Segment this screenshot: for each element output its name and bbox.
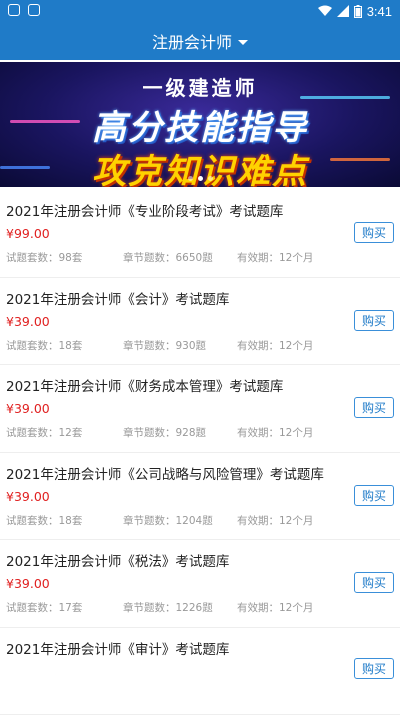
validity: 有效期：12个月 — [237, 250, 313, 265]
validity: 有效期：12个月 — [237, 425, 313, 440]
list-item[interactable]: 2021年注册会计师《会计》考试题库 ¥39.00 试题套数：18套 章节题数：… — [0, 278, 400, 366]
item-meta: 试题套数：18套 章节题数：1204题 有效期：12个月 — [6, 513, 394, 527]
item-meta: 试题套数：98套 章节题数：6650题 有效期：12个月 — [6, 250, 394, 264]
list-item[interactable]: 2021年注册会计师《专业阶段考试》考试题库 ¥99.00 试题套数：98套 章… — [0, 190, 400, 278]
item-meta: 试题套数：12套 章节题数：928题 有效期：12个月 — [6, 425, 394, 439]
list-item[interactable]: 2021年注册会计师《审计》考试题库 购买 — [0, 628, 400, 715]
signal-icon — [337, 5, 349, 17]
item-title: 2021年注册会计师《财务成本管理》考试题库 — [6, 377, 394, 397]
status-bar: 3:41 — [0, 0, 400, 22]
banner-slogan-1: 高分技能指导 — [0, 100, 400, 149]
sets-count: 试题套数：18套 — [6, 338, 82, 353]
chapter-count: 章节题数：1204题 — [123, 513, 213, 528]
item-title: 2021年注册会计师《税法》考试题库 — [6, 552, 394, 572]
item-price: ¥99.00 — [6, 226, 394, 242]
sets-count: 试题套数：18套 — [6, 513, 82, 528]
buy-button[interactable]: 购买 — [354, 485, 394, 506]
chapter-count: 章节题数：1226题 — [123, 600, 213, 615]
list-item[interactable]: 2021年注册会计师《财务成本管理》考试题库 ¥39.00 试题套数：12套 章… — [0, 365, 400, 453]
item-price: ¥39.00 — [6, 489, 394, 505]
clock: 3:41 — [367, 4, 392, 19]
buy-button[interactable]: 购买 — [354, 310, 394, 331]
list-item[interactable]: 2021年注册会计师《税法》考试题库 ¥39.00 试题套数：17套 章节题数：… — [0, 540, 400, 628]
validity: 有效期：12个月 — [237, 600, 313, 615]
item-price: ¥39.00 — [6, 576, 394, 592]
banner-heading: 一级建造师 — [0, 72, 400, 101]
item-meta: 试题套数：17套 章节题数：1226题 有效期：12个月 — [6, 600, 394, 614]
carousel-dot[interactable] — [188, 176, 193, 181]
item-meta: 试题套数：18套 章节题数：930题 有效期：12个月 — [6, 338, 394, 352]
chapter-count: 章节题数：6650题 — [123, 250, 213, 265]
validity: 有效期：12个月 — [237, 338, 313, 353]
chevron-down-icon — [238, 40, 248, 45]
sets-count: 试题套数：17套 — [6, 600, 82, 615]
promo-banner[interactable]: 一级建造师 高分技能指导 攻克知识难点 — [0, 62, 400, 187]
buy-button[interactable]: 购买 — [354, 397, 394, 418]
chapter-count: 章节题数：930题 — [123, 338, 206, 353]
item-title: 2021年注册会计师《审计》考试题库 — [6, 640, 394, 660]
carousel-dot[interactable] — [208, 176, 213, 181]
list-item[interactable]: 2021年注册会计师《公司战略与风险管理》考试题库 ¥39.00 试题套数：18… — [0, 453, 400, 541]
status-icons: 3:41 — [318, 2, 392, 20]
question-bank-list: 2021年注册会计师《专业阶段考试》考试题库 ¥99.00 试题套数：98套 章… — [0, 190, 400, 715]
wifi-icon — [318, 5, 332, 17]
sets-count: 试题套数：98套 — [6, 250, 82, 265]
item-price: ¥39.00 — [6, 314, 394, 330]
carousel-dot-active[interactable] — [198, 176, 203, 181]
app-header: 注册会计师 — [0, 22, 400, 60]
buy-button[interactable]: 购买 — [354, 222, 394, 243]
exam-selector-dropdown[interactable]: 注册会计师 — [152, 29, 248, 53]
item-price: ¥39.00 — [6, 401, 394, 417]
item-title: 2021年注册会计师《公司战略与风险管理》考试题库 — [6, 465, 394, 485]
buy-button[interactable]: 购买 — [354, 572, 394, 593]
sets-count: 试题套数：12套 — [6, 425, 82, 440]
carousel-indicator — [0, 176, 400, 181]
page-title: 注册会计师 — [152, 29, 232, 53]
battery-icon — [354, 5, 362, 18]
notification-app-icon — [8, 4, 20, 16]
item-title: 2021年注册会计师《专业阶段考试》考试题库 — [6, 202, 394, 222]
validity: 有效期：12个月 — [237, 513, 313, 528]
chapter-count: 章节题数：928题 — [123, 425, 206, 440]
item-title: 2021年注册会计师《会计》考试题库 — [6, 290, 394, 310]
notification-app-icon — [28, 4, 40, 16]
